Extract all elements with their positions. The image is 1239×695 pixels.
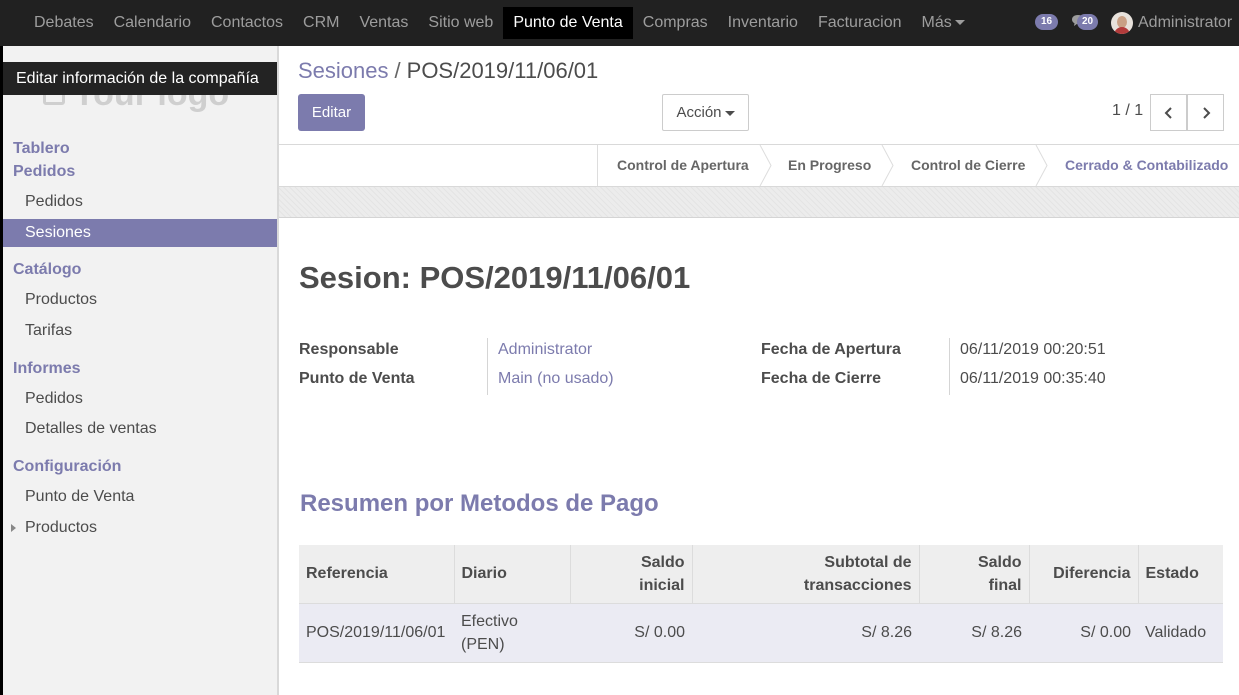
menu-item-calendario[interactable]: Calendario [104,7,201,39]
pager-previous-button[interactable] [1150,94,1187,131]
menu-item-mas[interactable]: Más [912,7,975,39]
message-counter-badge[interactable]: 20 [1077,14,1098,30]
menu-item-contactos[interactable]: Contactos [201,7,293,39]
breadcrumb-current: POS/2019/11/06/01 [406,58,599,83]
close-date-label: Fecha de Cierre [761,370,882,387]
menu-item-sitio-web[interactable]: Sitio web [418,7,503,39]
sidebar-item-informe-pedidos[interactable]: Pedidos [3,385,277,413]
breadcrumb-sesiones-link[interactable]: Sesiones [298,58,389,83]
journal-line: Efectivo [461,612,518,630]
header-line: final [988,576,1022,594]
column-header-diario[interactable]: Diario [454,545,571,603]
user-menu[interactable]: Administrator [1138,7,1232,39]
field-divider [487,338,488,395]
activity-counter-badge[interactable]: 16 [1035,14,1058,30]
column-header-referencia[interactable]: Referencia [299,545,455,603]
open-date-label: Fecha de Apertura [761,341,901,358]
pager-next-button[interactable] [1187,94,1224,131]
cell-difference: S/ 0.00 [1029,602,1138,663]
cell-reference: POS/2019/11/06/01 [299,602,454,663]
journal-line: (PEN) [461,635,505,653]
menu-item-facturacion[interactable]: Facturacion [808,7,912,39]
logo-tooltip: Editar información de la compañía [3,62,277,95]
sidebar-item-label: Productos [25,519,98,536]
cell-end-balance: S/ 8.26 [919,602,1029,663]
sidebar-item-config-productos[interactable]: Productos [3,514,277,542]
column-header-diferencia[interactable]: Diferencia [1029,545,1139,603]
breadcrumb-separator: / [394,58,401,83]
sidebar: Your logo Editar información de la compa… [0,46,279,695]
column-header-saldo-inicial[interactable]: Saldo inicial [570,545,693,603]
caret-down-icon [724,110,735,116]
pager-value[interactable]: 1 / 1 [1112,102,1143,120]
menu-item-inventario[interactable]: Inventario [718,7,808,39]
menu-item-ventas[interactable]: Ventas [349,7,418,39]
responsible-value-link[interactable]: Administrator [498,341,592,359]
menu-item-punto-de-venta[interactable]: Punto de Venta [503,7,633,39]
header-line: Saldo [640,553,685,571]
responsible-label: Responsable [299,341,399,358]
header-line: inicial [639,576,685,594]
action-label: Acción [676,104,722,121]
sidebar-heading-catalogo[interactable]: Catálogo [13,261,81,279]
stage-arrow-icon [881,145,894,186]
top-navbar: Debates Calendario Contactos CRM Ventas … [0,0,1239,46]
column-header-subtotal[interactable]: Subtotal de transacciones [692,545,920,603]
stage-arrow-icon [1035,145,1048,186]
cell-subtotal: S/ 8.26 [692,602,919,663]
table-header-row: Referencia Diario Saldo inicial Subtotal … [299,545,1223,603]
pos-label: Punto de Venta [299,370,415,387]
cell-state: Validado [1138,602,1223,663]
control-panel: Sesiones / POS/2019/11/06/01 Editar Acción… [279,46,1239,145]
sidebar-heading-informes[interactable]: Informes [13,360,81,378]
field-divider [949,338,950,395]
breadcrumb: Sesiones / POS/2019/11/06/01 [298,58,598,84]
stage-cerrado-contabilizado[interactable]: Cerrado & Contabilizado [1065,145,1228,186]
menu-item-debates[interactable]: Debates [24,7,104,39]
stage-control-apertura[interactable]: Control de Apertura [617,145,749,186]
session-title: Sesion: POS/2019/11/06/01 [299,260,691,295]
header-line: Subtotal de [824,553,912,571]
status-bar: Control de Apertura En Progreso Control … [279,145,1239,187]
payment-summary-title: Resumen por Metodos de Pago [300,490,659,517]
cell-journal: Efectivo (PEN) [454,602,570,663]
form-background-pattern [279,187,1239,218]
menu-item-compras[interactable]: Compras [633,7,718,39]
sidebar-heading-configuracion[interactable]: Configuración [13,458,121,476]
header-line: transacciones [803,576,912,594]
cell-start-balance: S/ 0.00 [570,602,692,663]
close-date-value: 06/11/2019 00:35:40 [960,370,1106,387]
sidebar-item-tablero[interactable]: Tablero [13,140,70,158]
sidebar-item-productos[interactable]: Productos [3,286,277,314]
user-avatar[interactable] [1111,12,1133,34]
action-dropdown-button[interactable]: Acción [662,94,749,131]
caret-down-icon [954,20,965,26]
sidebar-item-sesiones[interactable]: Sesiones [3,219,277,247]
stage-control-cierre[interactable]: Control de Cierre [911,145,1025,186]
column-header-estado[interactable]: Estado [1138,545,1223,603]
pos-value-link[interactable]: Main (no usado) [498,370,614,388]
payment-methods-table: Referencia Diario Saldo inicial Subtotal … [299,545,1223,663]
edit-button[interactable]: Editar [298,94,365,131]
app-menu: Debates Calendario Contactos CRM Ventas … [24,7,975,39]
chevron-right-icon [1203,107,1211,119]
sidebar-item-punto-de-venta[interactable]: Punto de Venta [3,483,277,511]
header-line: Saldo [977,553,1022,571]
open-date-value: 06/11/2019 00:20:51 [960,341,1106,358]
sidebar-item-pedidos[interactable]: Pedidos [3,188,277,216]
sidebar-item-tarifas[interactable]: Tarifas [3,317,277,345]
column-header-saldo-final[interactable]: Saldo final [919,545,1030,603]
sidebar-item-detalles-ventas[interactable]: Detalles de ventas [3,415,277,443]
stage-arrow-icon [759,145,772,186]
form-sheet: Sesion: POS/2019/11/06/01 Responsable Pu… [279,218,1239,695]
table-row[interactable]: POS/2019/11/06/01 Efectivo (PEN) S/ 0.00 … [299,602,1223,663]
expand-caret-icon [11,524,16,532]
sidebar-heading-pedidos[interactable]: Pedidos [13,163,75,181]
chevron-left-icon [1164,107,1172,119]
menu-item-crm[interactable]: CRM [293,7,349,39]
stage-en-progreso[interactable]: En Progreso [788,145,871,186]
menu-item-mas-label: Más [921,14,952,31]
